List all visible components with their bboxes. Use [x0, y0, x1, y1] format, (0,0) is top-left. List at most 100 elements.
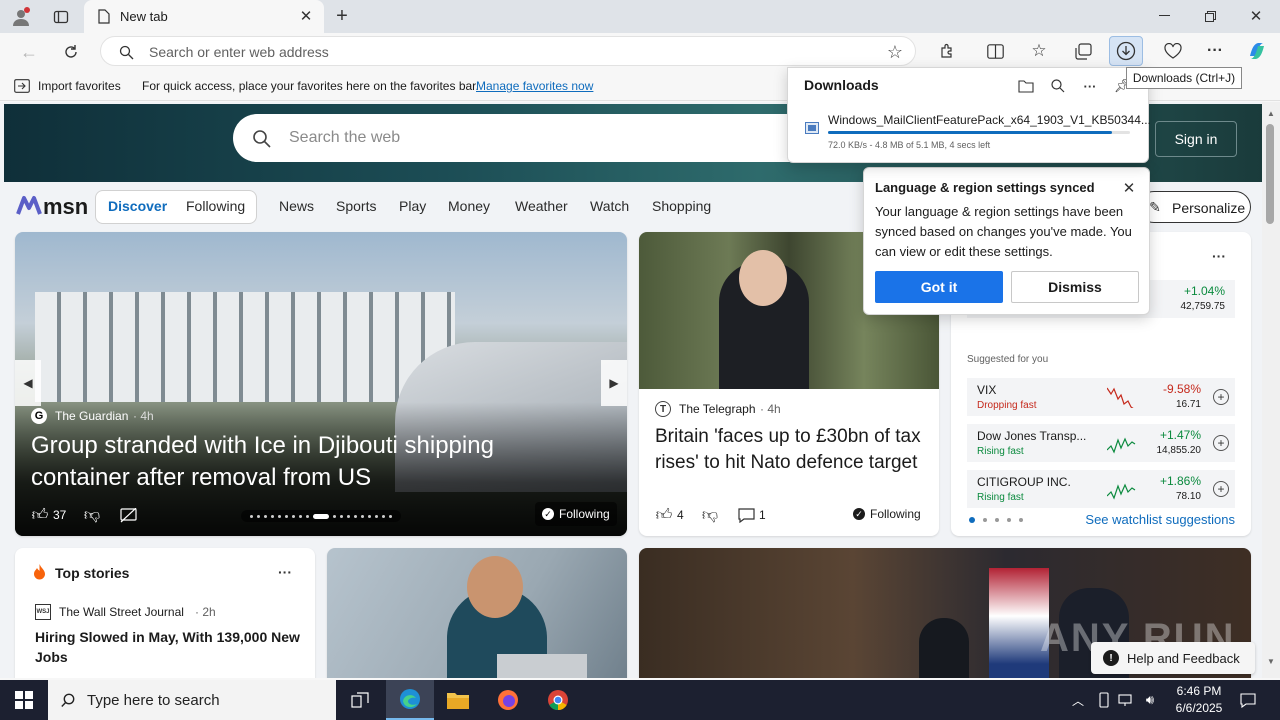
add-to-watchlist-icon[interactable]: + [1213, 481, 1229, 497]
manage-favorites-link[interactable]: Manage favorites now [476, 79, 593, 93]
search-downloads-icon[interactable] [1048, 76, 1068, 96]
carousel-prev-icon[interactable]: ◀ [15, 360, 41, 406]
tab-money[interactable]: Money [448, 198, 490, 214]
carousel-dot[interactable] [271, 514, 274, 518]
carousel-dot[interactable] [354, 514, 357, 518]
import-favorites-link[interactable]: Import favorites [38, 79, 121, 93]
hero-news-card[interactable]: ◀ ▶ G The Guardian · 4h Group stranded w… [15, 232, 627, 536]
tab-play[interactable]: Play [399, 198, 426, 214]
network-icon[interactable] [1116, 690, 1136, 710]
hero-following-badge[interactable]: ✓ Following [535, 502, 617, 526]
see-watchlist-link[interactable]: See watchlist suggestions [1085, 512, 1235, 527]
back-icon[interactable]: ← [16, 39, 42, 65]
carousel-dot[interactable] [306, 514, 309, 518]
help-feedback-button[interactable]: ! Help and Feedback [1091, 642, 1255, 674]
msn-logo[interactable]: msn [16, 192, 88, 220]
carousel-next-icon[interactable]: ▶ [601, 360, 627, 406]
carousel-dot[interactable] [278, 514, 281, 518]
tab-weather[interactable]: Weather [515, 198, 568, 214]
carousel-dot[interactable] [257, 514, 260, 518]
clock-time[interactable]: 6:46 PM [1172, 684, 1226, 698]
restore-button[interactable] [1192, 4, 1228, 28]
watchlist-page-dots[interactable] [969, 516, 1029, 524]
tab-news[interactable]: News [279, 198, 314, 214]
scroll-down-icon[interactable]: ▼ [1265, 656, 1277, 666]
carousel-dot[interactable] [375, 514, 378, 518]
taskbar-search-box[interactable]: Type here to search [48, 680, 336, 720]
scroll-thumb[interactable] [1266, 124, 1274, 224]
collections-icon[interactable] [1070, 38, 1096, 64]
telegraph-headline[interactable]: Britain 'faces up to £30bn of tax rises'… [655, 424, 927, 476]
carousel-dot[interactable] [361, 514, 364, 518]
tab-sports[interactable]: Sports [336, 198, 376, 214]
file-explorer-icon[interactable] [434, 680, 482, 720]
tab-new-tab[interactable]: New tab ✕ [84, 0, 324, 33]
dislike-icon[interactable]: 👎︎ [699, 504, 721, 526]
carousel-dot-active[interactable] [313, 513, 329, 519]
copilot-icon[interactable] [1244, 38, 1270, 64]
hide-story-icon[interactable] [117, 504, 139, 526]
like-icon[interactable]: 👍︎ [653, 504, 675, 526]
performance-icon[interactable] [1160, 38, 1186, 64]
firefox-icon[interactable] [484, 680, 532, 720]
carousel-dot[interactable] [368, 514, 371, 518]
carousel-dot[interactable] [333, 514, 336, 518]
carousel-dot[interactable] [299, 514, 302, 518]
page-scrollbar[interactable]: ▲ ▼ [1262, 102, 1280, 678]
dismiss-button[interactable]: Dismiss [1011, 271, 1139, 303]
top-stories-more-icon[interactable]: ··· [273, 562, 297, 582]
show-hidden-icons[interactable]: ︿ [1068, 690, 1088, 710]
new-tab-button[interactable]: + [330, 4, 354, 28]
comment-icon[interactable] [735, 504, 757, 526]
carousel-dot[interactable] [285, 514, 288, 518]
carousel-dot[interactable] [292, 514, 295, 518]
settings-more-icon[interactable]: ··· [1202, 38, 1228, 64]
carousel-dots[interactable] [241, 510, 401, 522]
sign-in-button[interactable]: Sign in [1155, 121, 1237, 157]
wsj-headline[interactable]: Hiring Slowed in May, With 139,000 New J… [35, 627, 303, 667]
close-tab-icon[interactable]: ✕ [298, 8, 314, 25]
carousel-dot[interactable] [382, 514, 385, 518]
close-window-button[interactable]: ✕ [1238, 4, 1274, 28]
watchlist-more-icon[interactable]: ··· [1207, 246, 1231, 266]
address-bar[interactable]: Search or enter web address ☆ [100, 36, 916, 66]
profile-icon[interactable] [8, 4, 34, 30]
personalize-button[interactable]: ✎ Personalize [1138, 191, 1251, 223]
scroll-up-icon[interactable]: ▲ [1265, 108, 1277, 118]
watchlist-row[interactable]: Dow Jones Transp... Rising fast +1.47% 14,8… [967, 424, 1235, 462]
tab-shopping[interactable]: Shopping [652, 198, 711, 214]
dislike-icon[interactable]: 👎︎ [81, 504, 103, 526]
carousel-dot[interactable] [347, 514, 350, 518]
edge-taskbar-icon[interactable] [386, 680, 434, 720]
tab-discover[interactable]: Discover [108, 198, 167, 214]
tab-following[interactable]: Following [186, 198, 245, 214]
chrome-icon[interactable] [534, 680, 582, 720]
import-favorites-icon[interactable] [14, 78, 30, 94]
hero-headline[interactable]: Group stranded with Ice in Djibouti ship… [31, 430, 571, 494]
got-it-button[interactable]: Got it [875, 271, 1003, 303]
start-button[interactable] [0, 680, 48, 720]
watchlist-row[interactable]: CITIGROUP INC. Rising fast +1.86% 78.10 + [967, 470, 1235, 508]
add-to-watchlist-icon[interactable]: + [1213, 435, 1229, 451]
notifications-icon[interactable] [1238, 690, 1258, 710]
carousel-dot[interactable] [250, 514, 253, 518]
favorite-star-icon[interactable]: ☆ [883, 40, 907, 64]
downloads-more-icon[interactable]: ··· [1080, 76, 1100, 96]
add-to-watchlist-icon[interactable]: + [1213, 389, 1229, 405]
minimize-button[interactable] [1146, 4, 1182, 28]
download-file-name[interactable]: Windows_MailClientFeaturePack_x64_1903_V… [828, 113, 1151, 127]
refresh-icon[interactable] [58, 39, 84, 65]
watchlist-row[interactable]: VIX Dropping fast -9.58% 16.71 + [967, 378, 1235, 416]
clock-date[interactable]: 6/6/2025 [1168, 701, 1230, 715]
carousel-dot[interactable] [340, 514, 343, 518]
like-icon[interactable]: 👍︎ [29, 504, 51, 526]
tab-actions-icon[interactable] [48, 4, 74, 30]
battery-icon[interactable] [1094, 690, 1114, 710]
close-popup-icon[interactable]: ✕ [1119, 178, 1139, 198]
volume-icon[interactable]: 🔊︎ [1140, 690, 1160, 710]
favorites-icon[interactable]: ☆ [1026, 38, 1052, 64]
extensions-icon[interactable] [934, 38, 960, 64]
carousel-dot[interactable] [264, 514, 267, 518]
task-view-icon[interactable] [336, 680, 384, 720]
telegraph-following-badge[interactable]: ✓ Following [853, 507, 921, 521]
